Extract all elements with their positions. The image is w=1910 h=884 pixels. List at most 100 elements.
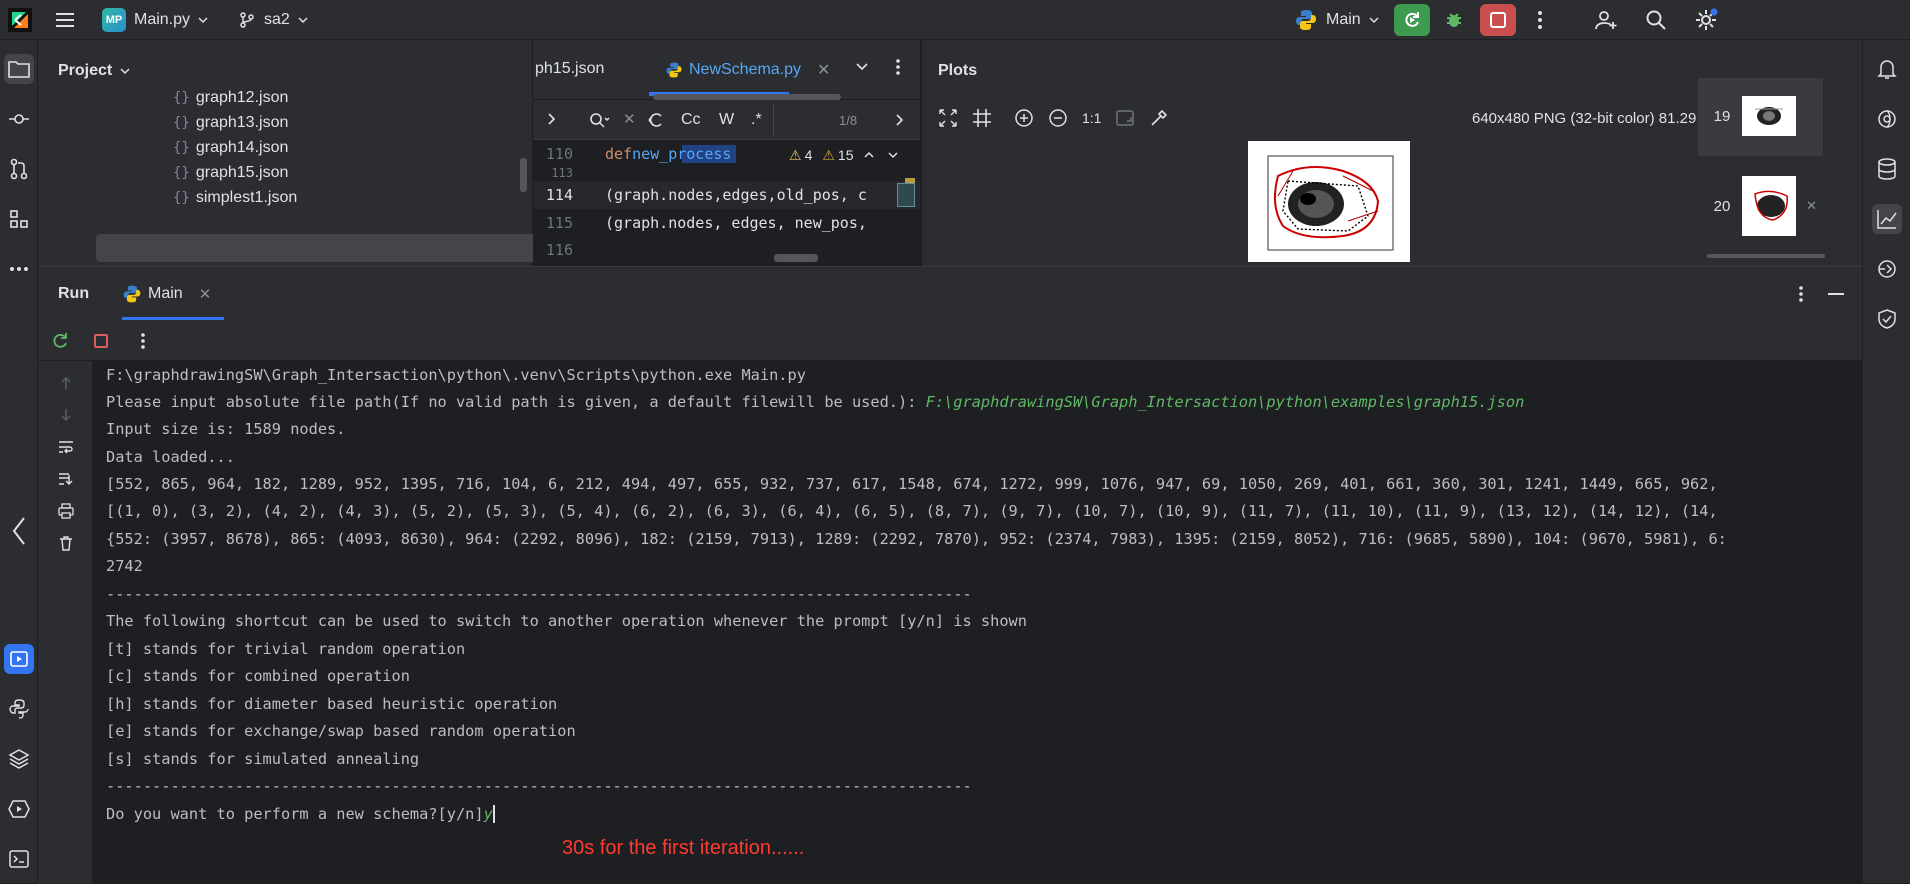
whole-word-toggle[interactable]: W — [719, 111, 734, 129]
expand-find-button[interactable] — [547, 112, 557, 126]
scroll-down-icon[interactable] — [56, 405, 76, 425]
commit-tool-button[interactable] — [4, 104, 34, 134]
code-line[interactable]: 114 (graph.nodes,edges,old_pos, c — [533, 181, 920, 209]
scroll-up-icon[interactable] — [56, 373, 76, 393]
console-line: Input size is: 1589 nodes. — [106, 419, 346, 438]
weak-warning-count: 15 — [837, 147, 854, 163]
add-user-button[interactable] — [1588, 4, 1624, 36]
editor-horizontal-scrollbar[interactable] — [774, 254, 818, 262]
divider — [773, 104, 774, 136]
find-options-icon[interactable] — [647, 111, 665, 129]
chevron-down-icon — [198, 17, 208, 24]
python-packages-tool-button[interactable] — [4, 744, 34, 774]
rerun-button[interactable] — [1394, 4, 1430, 36]
more-tools-button[interactable] — [4, 254, 34, 284]
run-config-selector[interactable]: Main — [1294, 0, 1379, 40]
debug-button[interactable] — [1436, 4, 1472, 36]
plot-image[interactable] — [1248, 141, 1410, 262]
image-background-icon[interactable] — [1115, 108, 1135, 128]
services-tool-button[interactable] — [4, 794, 34, 824]
python-debugger-button[interactable] — [1872, 254, 1902, 284]
app-logo-icon[interactable] — [6, 0, 34, 40]
search-button[interactable] — [1638, 4, 1674, 36]
tab-more-button[interactable] — [895, 58, 901, 76]
main-menu-icon[interactable] — [54, 0, 76, 40]
actual-size-button[interactable]: 1:1 — [1082, 110, 1101, 126]
project-selector[interactable]: MP Main.py — [102, 0, 208, 40]
match-case-toggle[interactable]: Cc — [681, 111, 701, 129]
more-vertical-icon — [1799, 286, 1803, 302]
folder-icon — [8, 61, 30, 78]
plot-thumbnail[interactable]: 20 ✕ — [1702, 168, 1828, 244]
python-console-tool-button[interactable] — [4, 694, 34, 724]
chevron-down-icon[interactable] — [887, 151, 898, 159]
soft-wrap-icon[interactable] — [56, 437, 76, 457]
tree-item-selected[interactable] — [96, 234, 556, 262]
trash-icon[interactable] — [56, 533, 76, 553]
terminal-tool-button[interactable] — [4, 844, 34, 874]
tab-main[interactable]: Main ✕ — [122, 267, 211, 321]
regex-toggle[interactable]: .* — [751, 111, 762, 129]
console-prompt-line: Do you want to perform a new schema?[y/n… — [106, 804, 495, 823]
zoom-in-icon[interactable] — [1014, 108, 1034, 128]
ai-assistant-button[interactable] — [1872, 104, 1902, 134]
stop-button[interactable] — [1480, 4, 1516, 36]
rerun-button[interactable] — [50, 331, 70, 351]
print-icon[interactable] — [56, 501, 76, 521]
run-tool-button[interactable] — [4, 644, 34, 674]
git-branch-icon — [240, 12, 254, 28]
scrollbar-thumb[interactable] — [520, 158, 527, 192]
tree-item-selected[interactable]: {} graph15.json — [58, 159, 538, 187]
pull-requests-tool-button[interactable] — [4, 154, 34, 184]
minimap-viewport[interactable] — [897, 183, 915, 207]
security-button[interactable] — [1872, 304, 1902, 334]
run-panel: Run Main ✕ F:\graphdrawingSW\Graph_Inter… — [38, 266, 1862, 884]
color-picker-icon[interactable] — [1149, 108, 1169, 128]
inspection-widget[interactable]: ⚠ 4 ⚠ 15 — [789, 144, 898, 166]
database-button[interactable] — [1872, 154, 1902, 184]
grid-icon[interactable] — [972, 108, 992, 128]
clear-find-icon[interactable]: ✕ — [623, 110, 636, 128]
collapse-left-button[interactable] — [4, 516, 34, 546]
fit-to-window-icon[interactable] — [938, 108, 958, 128]
thumbnail-scrollbar[interactable] — [1707, 254, 1825, 258]
toolbar-more-button[interactable] — [140, 332, 146, 350]
stop-icon[interactable] — [94, 334, 108, 348]
chevron-up-icon[interactable] — [863, 151, 874, 159]
close-thumbnail-icon[interactable]: ✕ — [1806, 198, 1817, 214]
code-line[interactable]: 116 — [533, 238, 920, 262]
zoom-out-icon[interactable] — [1048, 108, 1068, 128]
notifications-button[interactable] — [1872, 54, 1902, 84]
console-output[interactable]: F:\graphdrawingSW\Graph_Intersaction\pyt… — [106, 361, 1862, 884]
close-tab-icon[interactable]: ✕ — [817, 60, 830, 80]
editor-tab-bar: ph15.json NewSchema.py ✕ — [533, 40, 920, 100]
tab-graph15-json[interactable]: ph15.json — [535, 60, 604, 78]
minimize-icon[interactable] — [1828, 293, 1844, 295]
tree-item[interactable]: {} graph14.json — [58, 134, 538, 162]
tree-item[interactable]: {} graph12.json — [58, 84, 538, 112]
close-tab-icon[interactable]: ✕ — [199, 285, 212, 303]
more-vertical-icon — [141, 333, 145, 349]
thumbnail-index: 20 — [1713, 197, 1731, 215]
scroll-to-end-icon[interactable] — [56, 469, 76, 489]
code-line[interactable]: 115 (graph.nodes, edges, new_pos, — [533, 209, 920, 237]
project-tool-button[interactable] — [4, 54, 34, 84]
settings-button[interactable] — [1688, 4, 1724, 36]
plot-thumbnail[interactable]: 19 — [1702, 78, 1828, 154]
project-panel-header[interactable]: Project — [58, 62, 130, 80]
tab-list-button[interactable] — [855, 60, 869, 74]
branch-selector[interactable]: sa2 — [238, 0, 308, 40]
find-search-icon[interactable] — [589, 112, 611, 128]
run-options-button[interactable] — [1798, 285, 1804, 303]
plots-tool-button[interactable] — [1872, 204, 1902, 234]
console-line: F:\graphdrawingSW\Graph_Intersaction\pyt… — [106, 365, 806, 384]
json-file-icon: {} — [173, 140, 190, 156]
more-actions-button[interactable] — [1522, 4, 1558, 36]
thumbnail-index: 19 — [1713, 107, 1731, 125]
tree-item[interactable]: {} graph13.json — [58, 109, 538, 137]
run-title: Run — [58, 285, 90, 302]
tree-item[interactable]: {} simplest1.json — [58, 184, 538, 212]
tab-newschema-py[interactable]: NewSchema.py ✕ — [665, 60, 830, 80]
next-match-button[interactable] — [895, 113, 905, 127]
structure-tool-button[interactable] — [4, 204, 34, 234]
